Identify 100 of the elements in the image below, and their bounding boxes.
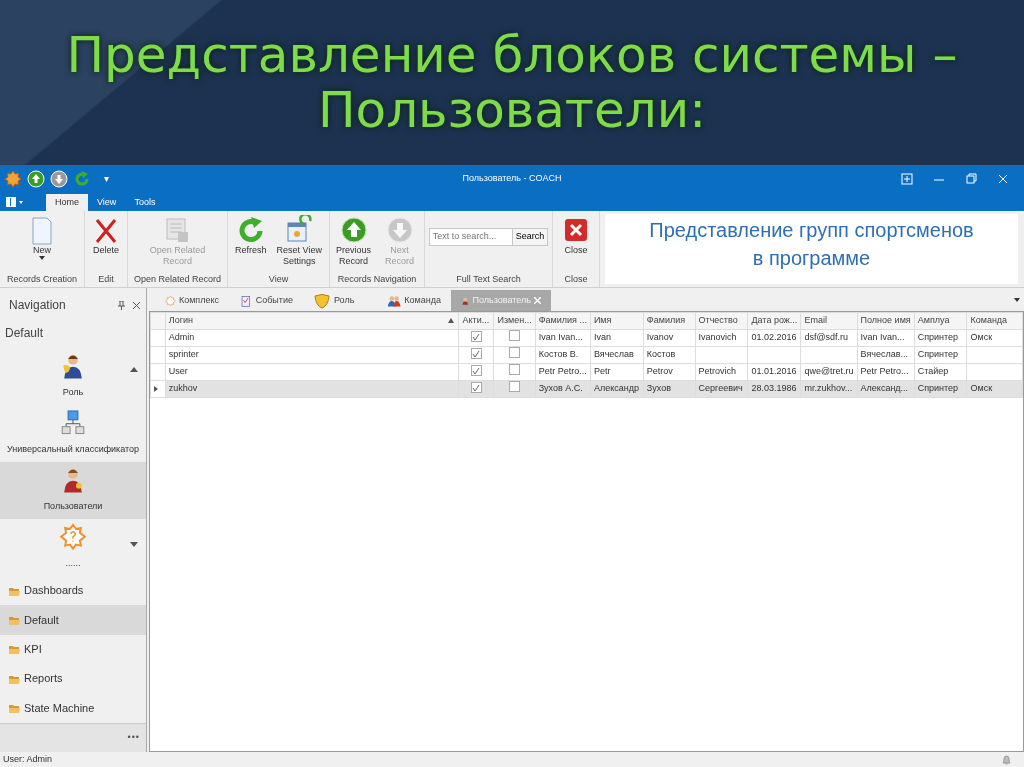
column-header[interactable]: Email (800, 312, 858, 330)
table-cell: Костов (646, 349, 676, 360)
navigation-item[interactable]: Универсальный классификатор (0, 405, 146, 462)
checkbox[interactable] (509, 364, 521, 376)
panel-title: Navigation (9, 297, 66, 314)
column-header[interactable]: Команда (966, 312, 1023, 330)
checkbox[interactable] (470, 365, 482, 376)
table-cell: Petr (593, 366, 611, 377)
navigation-item[interactable]: Роль (0, 348, 146, 405)
navigation-item[interactable]: ...... (0, 519, 146, 576)
table-cell: 28.03.1986 (751, 383, 797, 394)
note-banner: Представление групп спортсменов в программе (605, 214, 1018, 284)
search-field[interactable]: Text to search... Search (428, 228, 549, 246)
document-tab[interactable]: Комплекс (155, 290, 229, 311)
table-cell: Зухов А.С. (538, 383, 583, 394)
table-cell: qwe@tret.ru (804, 366, 854, 377)
table-cell: Ivan Ivan... (860, 332, 905, 343)
table-cell: Ivan (593, 332, 611, 343)
document-tab[interactable]: Событие (229, 290, 303, 311)
navigation-item[interactable]: Пользователи (0, 462, 146, 519)
status-text: User: Admin (3, 752, 53, 766)
dropdown-icon[interactable] (1014, 297, 1020, 302)
scroll-up-icon[interactable] (130, 366, 138, 374)
table-cell: zukhov (168, 383, 198, 394)
group-label: Default (4, 325, 45, 342)
table-cell: Petr Petro... (538, 366, 587, 377)
table-cell: User (168, 366, 188, 377)
app-menu-icon[interactable] (6, 196, 24, 207)
folder-item[interactable]: KPI (0, 634, 146, 664)
table-cell: Ivanov (646, 332, 674, 343)
folder-icon (8, 614, 20, 626)
group-label: Records Creation (6, 273, 78, 286)
table-cell: Спринтер (917, 332, 959, 343)
checkbox[interactable] (509, 381, 521, 393)
ribbon-tab[interactable]: View (88, 194, 126, 211)
table-cell: Petrov (646, 366, 673, 377)
column-header[interactable]: Амплуа (914, 312, 967, 330)
table-cell: 01.01.2016 (751, 366, 797, 377)
slide-title: Представление блоков системы – Пользователи: (66, 27, 958, 138)
ribbon-button[interactable]: New (24, 214, 60, 273)
document-tab[interactable]: Роль (303, 290, 377, 311)
column-header[interactable]: Акти... (458, 312, 494, 330)
column-header[interactable]: Имя (590, 312, 644, 330)
gear-icon[interactable] (4, 169, 22, 188)
column-header[interactable]: Фамилия (643, 312, 696, 330)
document-tab[interactable]: Команда (377, 290, 451, 311)
table-cell: Стайер (917, 366, 949, 377)
table-cell: Ivan Ivan... (538, 332, 583, 343)
column-header[interactable]: Измен... (493, 312, 536, 330)
folder-item[interactable]: Default (0, 605, 146, 635)
checkbox[interactable] (470, 382, 482, 393)
table-cell: Ivanovich (698, 332, 737, 343)
table-cell: sprinter (168, 349, 199, 360)
table-cell: Омск (970, 383, 993, 394)
folder-icon (8, 643, 20, 656)
more-button[interactable]: ••• (0, 722, 146, 752)
column-header[interactable]: Дата рож... (747, 312, 801, 330)
table-cell: Александ... (860, 383, 909, 394)
column-header[interactable]: Отчество (695, 312, 748, 330)
group-label: Full Text Search (455, 273, 522, 286)
ribbon-tab[interactable]: Home (46, 194, 88, 211)
table-cell: Petr Petro... (860, 366, 909, 377)
column-header[interactable]: Логин (165, 312, 459, 330)
group-label: Open Related Record (132, 273, 223, 286)
folder-item[interactable]: State Machine (0, 693, 146, 723)
ribbon-button[interactable]: Close (558, 214, 594, 273)
ribbon-button[interactable]: Delete (88, 214, 124, 273)
table-cell: Омск (970, 332, 993, 343)
table-cell: Admin (168, 332, 195, 343)
scroll-down-icon[interactable] (130, 540, 138, 548)
pin-icon[interactable] (118, 300, 125, 310)
ribbon-tab[interactable]: Tools (125, 194, 165, 211)
checkbox[interactable] (509, 347, 521, 359)
table-cell: Спринтер (917, 383, 959, 394)
table-cell: Александр (593, 383, 639, 394)
table-cell: Костов В. (538, 349, 579, 360)
table-cell: mr.zukhov... (804, 383, 853, 394)
folder-item[interactable]: Reports (0, 664, 146, 694)
group-label: View (267, 273, 290, 286)
ribbon-button[interactable]: Refresh (232, 214, 270, 273)
close-icon[interactable] (133, 301, 140, 309)
checkbox[interactable] (509, 330, 521, 342)
ribbon-button[interactable]: Previous Record (333, 214, 374, 273)
table-cell: dsf@sdf.ru (804, 332, 849, 343)
column-header[interactable]: Полное имя (857, 312, 915, 330)
gear-icon (59, 523, 87, 551)
checkbox[interactable] (470, 331, 482, 342)
settings-window-icon (284, 215, 315, 245)
folder-item[interactable]: Dashboards (0, 576, 146, 606)
bell-icon[interactable] (1002, 754, 1011, 765)
row-indicator-icon (154, 385, 158, 392)
column-header[interactable]: Фамилия ... (535, 312, 591, 330)
checkbox[interactable] (470, 348, 482, 359)
table-cell: Petrovich (698, 366, 737, 377)
quick-access-menu[interactable]: ▾ (104, 171, 109, 186)
maximize-icon[interactable] (964, 171, 978, 186)
window-title: Пользователь - COACH (462, 172, 562, 183)
table-cell: Зухов (646, 383, 671, 394)
ribbon-button[interactable]: Reset View Settings (273, 214, 325, 273)
search-button[interactable]: Search (511, 229, 548, 245)
